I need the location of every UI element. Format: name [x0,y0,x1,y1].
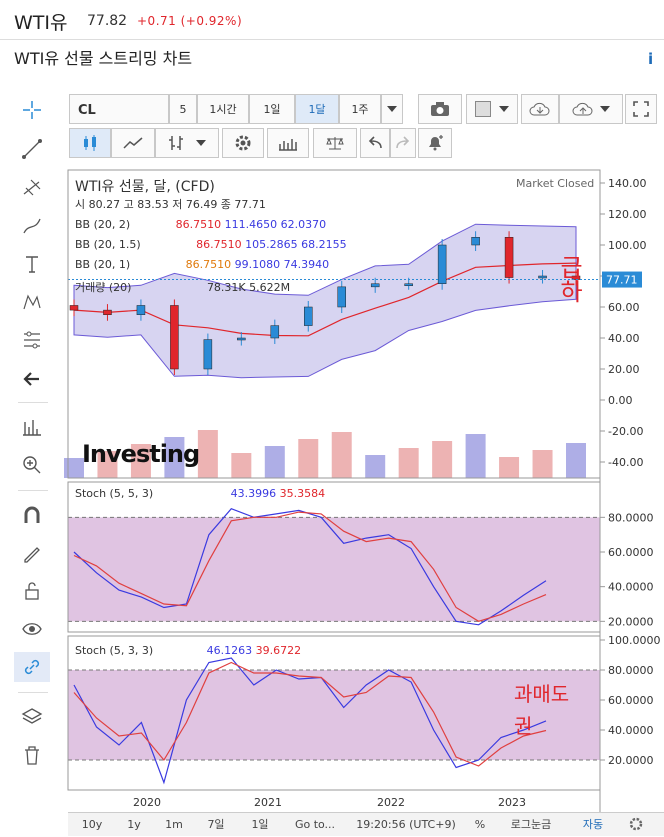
volume-bar [532,450,553,478]
stoch1-tick-label: 40.0000 [608,581,654,594]
bb3-basis: 86.7510 [185,258,232,271]
stoch1-tick-label: 80.0000 [608,511,654,524]
bb3-lower: 74.3940 [283,258,330,271]
chart-title: WTI유 선물, 달, (CFD) [75,179,215,195]
time-axis-label: 2021 [254,796,282,809]
volume-bar [298,439,319,478]
stoch2-label[interactable]: Stoch (5, 3, 3) [75,644,153,657]
volume-bar [331,432,352,478]
volume-bar [197,430,218,478]
bb2-lower: 68.2155 [301,238,347,251]
candle-body [170,305,179,370]
price-tick-label: 120.00 [608,208,647,221]
volume-bar [231,453,252,478]
stoch2-k: 46.1263 [206,644,253,657]
price-tick-label: 20.00 [608,363,640,376]
stoch2-legend: Stoch (5, 3, 3) 46.1263 39.6722 [75,644,301,657]
percent-toggle[interactable]: % [470,813,490,835]
candle-body [538,275,547,279]
time-axis-label: 2020 [133,796,161,809]
bb1-legend: BB (20, 2) 86.7510 111.4650 62.0370 [75,218,326,231]
candle-body [136,305,146,316]
price-tick-label: 40.00 [608,332,640,345]
auto-scale-toggle[interactable]: 자동 [578,813,608,835]
last-price-label: 77.71 [606,274,638,287]
price-tick-label: 100.00 [608,239,647,252]
price-tick-label: -20.00 [608,425,643,438]
candle-body [471,237,480,246]
log-scale-toggle[interactable]: 로그눈금 [504,813,558,835]
clock: 19:20:56 (UTC+9) [356,817,456,831]
candle-body [203,339,213,370]
bb3-upper: 99.1080 [234,258,281,271]
volume-label[interactable]: 거래량 (20) [75,281,131,294]
price-tick-label: -40.00 [608,456,643,469]
settings-icon[interactable] [626,813,646,835]
price-tick-label: 0.00 [608,394,633,407]
candle-body [270,325,280,339]
bb3-label[interactable]: BB (20, 1) [75,258,130,271]
bb2-upper: 105.2865 [245,238,298,251]
candle-body [69,305,79,311]
volume-bar [365,455,386,478]
bb2-basis: 86.7510 [196,238,242,251]
volume-ma: 5.622M [249,281,291,294]
stoch1-tick-label: 20.0000 [608,615,654,628]
candle-body [304,306,313,326]
stoch2-tick-label: 20.0000 [608,754,654,767]
stoch1-k: 43.3996 [230,487,277,500]
candle-body [103,309,112,316]
market-status: Market Closed [516,177,595,190]
bb1-upper: 111.4650 [224,218,278,231]
range-7d[interactable]: 7일 [200,813,232,835]
candle-body [404,283,413,286]
volume-value: 78.31K [206,281,246,294]
bb2-legend: BB (20, 1.5) 86.7510 105.2865 68.2155 [75,238,347,251]
bb1-basis: 86.7510 [175,218,222,231]
investing-watermark: Investing [82,440,200,468]
range-10y[interactable]: 10y [76,813,108,835]
stoch2-d: 39.6722 [255,644,302,657]
stoch2-tick-label: 40.0000 [608,724,654,737]
bb3-legend: BB (20, 1) 86.7510 99.1080 74.3940 [75,258,329,271]
bb1-label[interactable]: BB (20, 2) [75,218,130,231]
annotation-steep-drop: 급하 [555,255,583,303]
candle-body [504,237,514,278]
ohlc-values: 시 80.27 고 83.53 저 76.49 종 77.71 [75,198,266,211]
price-tick-label: 60.00 [608,301,640,314]
volume-bar [264,446,285,478]
stoch2-tick-label: 100.0000 [608,634,661,647]
price-tick-label: 140.00 [608,177,647,190]
annotation-oversold: 과매도 권 [514,682,570,738]
bb2-label[interactable]: BB (20, 1.5) [75,238,141,251]
candle-body [370,283,380,288]
volume-bar [432,441,453,478]
range-1d[interactable]: 1일 [244,813,276,835]
stoch1-d: 35.3584 [279,487,326,500]
bb1-lower: 62.0370 [280,218,327,231]
candle-body [437,244,447,284]
goto-date[interactable]: Go to... [286,813,344,835]
time-axis-label: 2022 [377,796,405,809]
stoch2-tick-label: 60.0000 [608,694,654,707]
stoch2-tick-label: 80.0000 [608,664,654,677]
candle-body [237,337,246,341]
volume-bar [465,434,486,478]
range-1y[interactable]: 1y [118,813,150,835]
stoch1-legend: Stoch (5, 5, 3) 43.3996 35.3584 [75,487,325,500]
volume-legend: 거래량 (20) 78.31K 5.622M [75,279,290,295]
time-axis-label: 2023 [498,796,526,809]
volume-bar [398,448,419,478]
volume-bar [64,458,84,478]
candle-body [337,286,346,308]
volume-bar [499,457,520,478]
stoch1-label[interactable]: Stoch (5, 5, 3) [75,487,153,500]
stoch1-tick-label: 60.0000 [608,546,654,559]
range-1m[interactable]: 1m [158,813,190,835]
volume-bar [566,443,586,478]
